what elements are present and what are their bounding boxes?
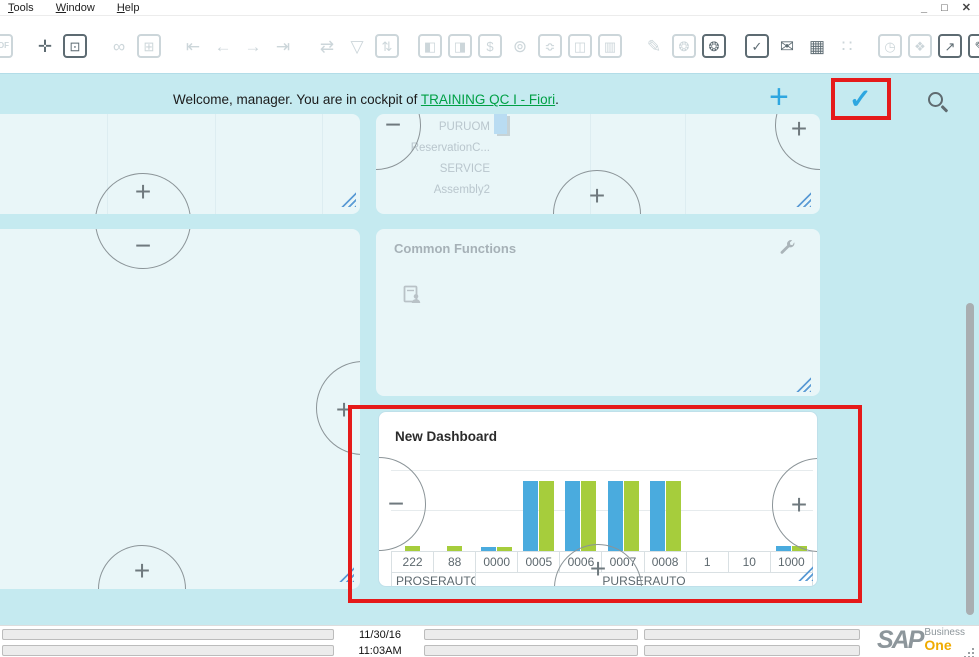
- zoom-in-button[interactable]: +: [791, 115, 807, 143]
- message-alert-icon[interactable]: ✉: [774, 33, 800, 59]
- widget-top-left: +: [0, 114, 360, 214]
- status-date: 11/30/16: [340, 629, 420, 641]
- menu-window[interactable]: Window: [56, 2, 95, 14]
- widget-settings-wrench-icon[interactable]: [778, 239, 796, 257]
- grid-separator: [215, 114, 216, 214]
- toolbar: PDF✛⊡∞⊞⇤←→⇥⇄▽⇅◧◨$⊚≎◫▥✎❂❂✓✉▦∷◷❖↗✎?: [0, 33, 979, 59]
- widget-title: Common Functions: [394, 241, 516, 256]
- move-pan-icon[interactable]: ✛: [32, 33, 58, 59]
- menu-tools[interactable]: Tools: [8, 2, 34, 14]
- widget-resize-handle[interactable]: [795, 191, 811, 207]
- form-gear-settings-icon: ❂: [672, 34, 696, 58]
- zoom-in-button[interactable]: +: [589, 182, 605, 210]
- first-record-icon: ⇤: [180, 33, 206, 59]
- widget-resize-handle[interactable]: [340, 191, 356, 207]
- form-clock-icon: ◷: [878, 34, 902, 58]
- report-designer-icon[interactable]: ✎: [968, 34, 979, 58]
- window-resize-grip[interactable]: [972, 648, 974, 650]
- filter-icon: ▽: [344, 33, 370, 59]
- cockpit-link[interactable]: TRAINING QC I - Fiori: [421, 92, 555, 107]
- journal-entry-icon: ≎: [538, 34, 562, 58]
- axis-label: Assembly2: [376, 180, 490, 201]
- zoom-in-button[interactable]: +: [134, 557, 150, 585]
- pervasive-analytics-icon[interactable]: ↗: [938, 34, 962, 58]
- status-bar: 11/30/16 11:03AM SAP Business One: [0, 625, 979, 657]
- document-out-icon: ◨: [448, 34, 472, 58]
- vertical-scrollbar-thumb[interactable]: [966, 303, 974, 615]
- welcome-suffix: .: [555, 92, 559, 107]
- sap-business-one-logo: SAP Business One: [877, 628, 965, 652]
- add-widget-button[interactable]: +: [769, 80, 789, 114]
- grid-separator: [685, 114, 686, 214]
- checklist-reminder-icon[interactable]: ✓: [745, 34, 769, 58]
- annotation-rectangle-confirm: [831, 78, 891, 120]
- application-window: Tools Window Help _ □ ✕ PDF ✛⊡ ∞⊞ ⇤←→⇥ ⇄▽⇅ ◧◨…: [0, 0, 979, 657]
- close-icon[interactable]: ✕: [962, 1, 971, 15]
- widget-top-middle: PURUOMReservationC...SERVICEAssembly2 − …: [376, 114, 820, 214]
- transaction-dollar-icon: ◫: [568, 34, 592, 58]
- status-time: 11:03AM: [340, 645, 420, 657]
- search-icon[interactable]: [928, 92, 943, 107]
- next-record-icon: →: [240, 33, 266, 59]
- transaction-search-icon: ▥: [598, 34, 622, 58]
- status-field: [424, 629, 638, 640]
- pdf-export-icon: PDF: [0, 34, 13, 58]
- mini-bar: [494, 114, 507, 134]
- edit-icon: ✎: [641, 33, 667, 59]
- sap-logo-text: SAP: [877, 628, 922, 652]
- calendar-icon[interactable]: ▦: [804, 33, 830, 59]
- grid-separator: [322, 114, 323, 214]
- last-record-icon: ⇥: [270, 33, 296, 59]
- window-controls: _ □ ✕: [921, 1, 971, 15]
- add-record-icon: ⊞: [137, 34, 161, 58]
- status-field: [644, 629, 860, 640]
- document-in-icon: ◧: [418, 34, 442, 58]
- zoom-in-button[interactable]: +: [135, 178, 151, 206]
- menu-help[interactable]: Help: [117, 2, 140, 14]
- widget-common-functions: Common Functions: [376, 229, 820, 396]
- welcome-text: Welcome, manager. You are in cockpit of: [173, 92, 421, 107]
- document-payment-icon: $: [478, 34, 502, 58]
- previous-record-icon: ←: [210, 33, 236, 59]
- status-field: [2, 645, 334, 656]
- widget-resize-handle[interactable]: [795, 376, 811, 392]
- maximize-icon[interactable]: □: [941, 1, 948, 15]
- zoom-out-button[interactable]: −: [135, 232, 151, 260]
- annotation-rectangle-dashboard: [348, 405, 862, 603]
- document-person-icon[interactable]: [403, 285, 422, 304]
- refresh-icon: ⇄: [314, 33, 340, 59]
- minimize-icon[interactable]: _: [921, 1, 927, 15]
- form-settings-icon[interactable]: ❂: [702, 34, 726, 58]
- find-icon: ∞: [106, 33, 132, 59]
- widget-left-large: − + +: [0, 229, 360, 589]
- toolbar-container: PDF✛⊡∞⊞⇤←→⇥⇄▽⇅◧◨$⊚≎◫▥✎❂❂✓✉▦∷◷❖↗✎?: [0, 16, 979, 73]
- welcome-message: Welcome, manager. You are in cockpit of …: [173, 92, 559, 107]
- status-field: [644, 645, 860, 656]
- lock-screen-icon[interactable]: ⊡: [63, 34, 87, 58]
- logo-one-text: One: [924, 638, 965, 652]
- zoom-out-button[interactable]: −: [385, 114, 401, 139]
- status-field: [424, 645, 638, 656]
- status-field: [2, 629, 334, 640]
- modules-icon: ❖: [908, 34, 932, 58]
- org-chart-icon: ∷: [834, 33, 860, 59]
- sort-icon: ⇅: [375, 34, 399, 58]
- menu-bar: Tools Window Help _ □ ✕: [0, 0, 979, 16]
- payment-means-icon: ⊚: [507, 33, 533, 59]
